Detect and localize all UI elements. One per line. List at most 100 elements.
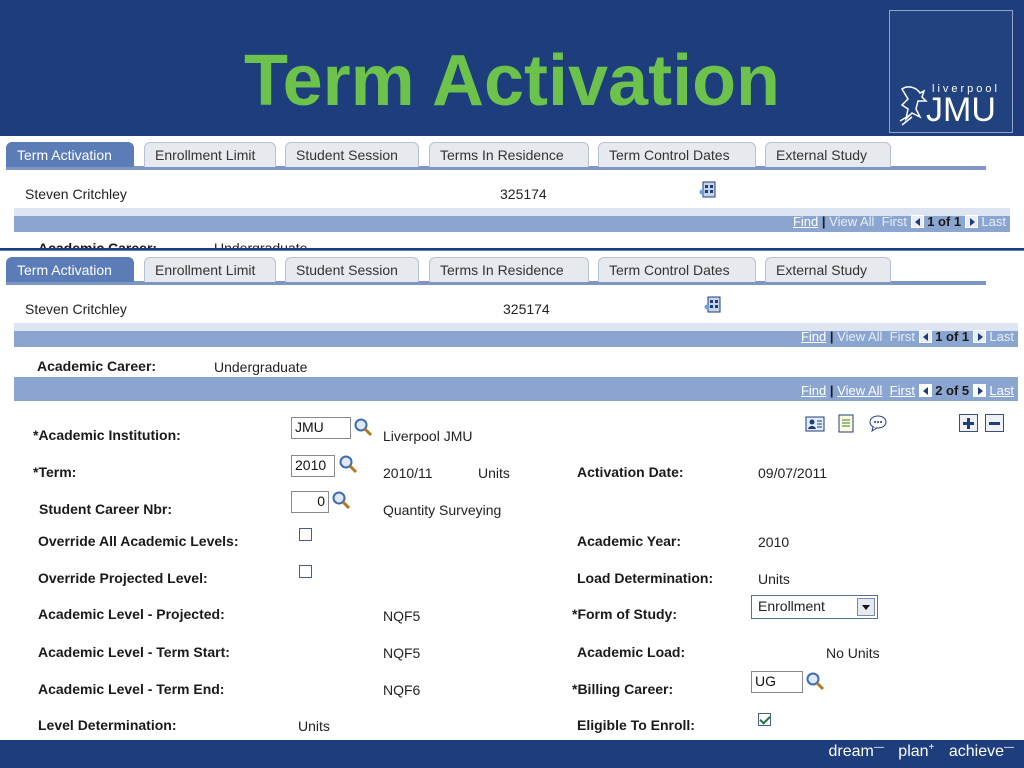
tab-term-control-dates[interactable]: Term Control Dates (598, 257, 756, 282)
nav-separator: | (821, 214, 826, 229)
override-all-levels-label: Override All Academic Levels: (38, 533, 239, 549)
footer-mark: — (1004, 742, 1014, 753)
academic-level-projected-value: NQF5 (383, 608, 421, 624)
search-icon[interactable] (338, 454, 358, 474)
next-arrow-icon[interactable] (972, 330, 986, 343)
chevron-down-icon[interactable] (857, 598, 875, 616)
tab-label: Student Session (296, 147, 398, 163)
row-position: 1 of 1 (935, 329, 970, 344)
tab-student-session[interactable]: Student Session (285, 257, 419, 282)
tab-label: Term Activation (17, 262, 112, 278)
tab-label: Term Activation (17, 147, 112, 163)
building-icon[interactable] (704, 295, 724, 313)
term-label: *Term: (33, 464, 77, 480)
tab-label: Student Session (296, 262, 398, 278)
student-career-nbr-label: Student Career Nbr: (39, 501, 173, 517)
search-icon[interactable] (805, 671, 825, 691)
override-projected-level-checkbox[interactable] (299, 565, 312, 578)
tab-terms-in-residence[interactable]: Terms In Residence (429, 142, 589, 167)
override-all-levels-checkbox[interactable] (299, 528, 312, 541)
level-determination-label: Level Determination: (38, 717, 177, 733)
level-determination-value: Units (298, 718, 330, 734)
next-arrow-icon[interactable] (964, 215, 978, 228)
first-link[interactable]: First (890, 383, 915, 398)
previous-arrow-icon[interactable] (918, 330, 932, 343)
tab-label: External Study (776, 262, 868, 278)
nav-controls: Find | View All First 1 of 1 Last (801, 329, 1014, 344)
academic-career-label: Academic Career: (37, 358, 157, 374)
tab-term-activation[interactable]: Term Activation (6, 257, 134, 282)
academic-year-value: 2010 (758, 534, 790, 550)
tab-label: External Study (776, 147, 868, 163)
nav-separator: | (829, 383, 834, 398)
footer-plus-mark: + (928, 742, 935, 753)
search-icon[interactable] (353, 417, 373, 437)
institution-description: Liverpool JMU (383, 428, 473, 444)
academic-level-term-end-label: Academic Level - Term End: (38, 681, 225, 697)
term-activation-panel: Term Activation Enrollment Limit Student… (0, 250, 1024, 740)
career-value-fragment: Undergraduate (214, 240, 308, 248)
view-all-link[interactable]: View All (837, 383, 882, 398)
tab-label: Enrollment Limit (155, 147, 256, 163)
academic-level-projected-label: Academic Level - Projected: (38, 606, 225, 622)
nav-controls: Find | View All First 1 of 1 Last (793, 214, 1006, 229)
student-career-nbr-input[interactable]: 0 (291, 491, 329, 513)
activation-date-value: 09/07/2011 (758, 465, 828, 481)
row-position: 1 of 1 (927, 214, 962, 229)
student-id: 325174 (500, 186, 547, 202)
eligible-to-enroll-checkbox[interactable] (758, 713, 771, 726)
tab-student-session[interactable]: Student Session (285, 142, 419, 167)
tab-label: Terms In Residence (440, 262, 564, 278)
tab-enrollment-limit[interactable]: Enrollment Limit (144, 257, 276, 282)
tab-terms-in-residence[interactable]: Terms In Residence (429, 257, 589, 282)
search-icon[interactable] (331, 490, 351, 510)
last-link[interactable]: Last (981, 214, 1006, 229)
academic-level-term-start-value: NQF5 (383, 645, 421, 661)
tab-label: Enrollment Limit (155, 262, 256, 278)
find-link[interactable]: Find (801, 383, 826, 398)
comment-icon[interactable] (868, 413, 888, 433)
notepad-icon[interactable] (836, 413, 856, 433)
tab-enrollment-limit[interactable]: Enrollment Limit (144, 142, 276, 167)
find-link[interactable]: Find (793, 214, 818, 229)
next-arrow-icon[interactable] (972, 384, 986, 397)
tab-term-activation[interactable]: Term Activation (6, 142, 134, 167)
building-icon[interactable] (699, 180, 719, 198)
first-link[interactable]: First (882, 214, 907, 229)
term-input[interactable]: 2010 (291, 455, 335, 477)
student-name: Steven Critchley (25, 301, 127, 317)
footer-plan: plan (898, 743, 929, 761)
find-link[interactable]: Find (801, 329, 826, 344)
previous-arrow-icon[interactable] (910, 215, 924, 228)
tab-external-study[interactable]: External Study (765, 142, 891, 167)
academic-load-label: Academic Load: (577, 644, 686, 660)
previous-arrow-icon[interactable] (918, 384, 932, 397)
slide-footer: dream— plan+ achieve— (818, 742, 1014, 761)
billing-career-input[interactable]: UG (751, 671, 803, 693)
view-all-link[interactable]: View All (829, 214, 874, 229)
first-link[interactable]: First (890, 329, 915, 344)
jmu-logo: liverpool JMU (889, 10, 1013, 133)
student-id: 325174 (503, 301, 550, 317)
tab-external-study[interactable]: External Study (765, 257, 891, 282)
delete-row-button[interactable] (985, 414, 1004, 432)
tab-bar: Term Activation Enrollment Limit Student… (6, 257, 986, 285)
term-description: 2010/11 (383, 465, 433, 481)
add-row-button[interactable] (959, 414, 978, 432)
billing-career-label: *Billing Career: (572, 681, 674, 697)
logo-big-text: JMU (926, 91, 996, 129)
last-link[interactable]: Last (989, 383, 1014, 398)
last-link[interactable]: Last (989, 329, 1014, 344)
nav-bar-top: Find | View All First 1 of 1 Last (14, 208, 1010, 232)
eligible-to-enroll-label: Eligible To Enroll: (577, 717, 695, 733)
tab-term-control-dates[interactable]: Term Control Dates (598, 142, 756, 167)
view-all-link[interactable]: View All (837, 329, 882, 344)
tab-label: Terms In Residence (440, 147, 564, 163)
tab-label: Term Control Dates (609, 262, 730, 278)
person-notes-icon[interactable] (805, 413, 825, 433)
nav-bar-career: Find | View All First 2 of 5 Last (14, 377, 1018, 401)
career-label-fragment: Academic Career: (38, 240, 158, 248)
academic-institution-input[interactable]: JMU (291, 417, 351, 439)
form-of-study-select[interactable]: Enrollment (751, 595, 878, 619)
footer-mark: — (873, 742, 884, 753)
